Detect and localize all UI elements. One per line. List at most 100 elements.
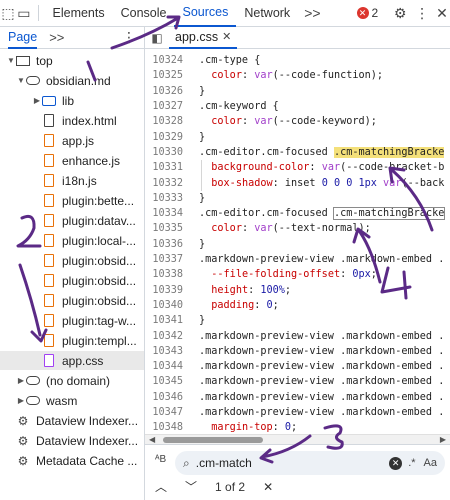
clear-search-icon[interactable]: ✕ [389, 456, 403, 470]
replace-toggle-icon[interactable]: ᴬB [155, 454, 166, 465]
tab-console[interactable]: Console [113, 0, 175, 27]
tab-network[interactable]: Network [236, 0, 298, 27]
code-token: padding [211, 299, 255, 311]
tree-item[interactable]: ⚙ Metadata Cache ... [0, 451, 144, 470]
tree-item[interactable]: ⚙ Dataview Indexer... [0, 411, 144, 430]
tree-item-label: plugin:bette... [62, 193, 135, 208]
line-number[interactable]: 10338 [145, 269, 193, 280]
tab-sources[interactable]: Sources [174, 0, 237, 27]
code-line: 10328 color: var (--code-keyword); [145, 114, 450, 129]
code-line: 10344 .markdown-preview-view .markdown-em… [145, 359, 450, 374]
tree-item[interactable]: plugin:templ... [0, 331, 144, 350]
tree-item-label: i18n.js [62, 173, 97, 188]
code-token: color [211, 116, 242, 128]
inspect-element-icon[interactable]: ⬚ [0, 0, 16, 27]
line-number[interactable]: 10326 [145, 86, 193, 97]
line-number[interactable]: 10333 [145, 193, 193, 204]
tree-item[interactable]: app.js [0, 131, 144, 150]
tree-item[interactable]: index.html [0, 111, 144, 130]
devtools-toolbar: ⬚ ▭ Elements Console Sources Network >> … [0, 0, 450, 27]
line-number[interactable]: 10334 [145, 208, 193, 219]
cloud-icon [26, 374, 40, 388]
line-number[interactable]: 10332 [145, 178, 193, 189]
tree-item[interactable]: ▼ obsidian.md [0, 71, 144, 90]
tree-item[interactable]: plugin:local-... [0, 231, 144, 250]
search-input[interactable] [195, 456, 376, 470]
close-tab-icon[interactable]: ✕ [222, 30, 231, 43]
line-number[interactable]: 10336 [145, 239, 193, 250]
line-number[interactable]: 10339 [145, 285, 193, 296]
search-match-current: .cm-matchingBracke [333, 146, 445, 158]
code-line: 10348 margin-top: 0; [145, 420, 450, 434]
code-line: 10342 .markdown-preview-view .markdown-em… [145, 328, 450, 343]
line-number[interactable]: 10341 [145, 315, 193, 326]
tree-item[interactable]: enhance.js [0, 151, 144, 170]
code-token: .markdown-preview-view .markdown-embed . [199, 345, 445, 357]
navigator-menu-icon[interactable]: ⋮ [122, 29, 136, 46]
settings-gear-icon[interactable]: ⚙ [392, 0, 408, 27]
scroll-left-icon[interactable]: ◀ [149, 435, 155, 444]
code-token: : [309, 162, 322, 174]
tree-item[interactable]: ▶ wasm [0, 391, 144, 410]
horizontal-scrollbar[interactable]: ◀ ▶ [145, 434, 450, 444]
tree-item[interactable]: app.css [0, 351, 144, 370]
line-number[interactable]: 10342 [145, 331, 193, 342]
tab-elements[interactable]: Elements [45, 0, 113, 27]
close-search-icon[interactable]: ✕ [263, 480, 273, 494]
tree-item[interactable]: plugin:bette... [0, 191, 144, 210]
error-count-badge[interactable]: ✕ 2 [356, 6, 379, 20]
line-number[interactable]: 10348 [145, 422, 193, 433]
tree-item[interactable]: i18n.js [0, 171, 144, 190]
previous-match-icon[interactable]: ︿ [155, 478, 167, 495]
line-number[interactable]: 10345 [145, 376, 193, 387]
device-toolbar-icon[interactable]: ▭ [16, 0, 32, 27]
tree-item[interactable]: plugin:obsid... [0, 251, 144, 270]
line-number[interactable]: 10340 [145, 300, 193, 311]
line-number[interactable]: 10337 [145, 254, 193, 265]
close-devtools-icon[interactable]: ✕ [434, 0, 450, 27]
line-number[interactable]: 10347 [145, 407, 193, 418]
next-match-icon[interactable]: ﹀ [185, 478, 197, 495]
line-number[interactable]: 10344 [145, 361, 193, 372]
expanded-arrow-icon[interactable]: ▼ [16, 76, 26, 85]
tree-item[interactable]: ▶ lib [0, 91, 144, 110]
collapsed-arrow-icon[interactable]: ▶ [16, 396, 26, 405]
match-case-toggle[interactable]: Aa [424, 457, 437, 469]
frame-icon [16, 54, 30, 68]
line-number[interactable]: 10329 [145, 132, 193, 143]
tree-item[interactable]: ▶ (no domain) [0, 371, 144, 390]
regex-toggle[interactable]: .* [408, 457, 415, 469]
tree-item[interactable]: plugin:obsid... [0, 291, 144, 310]
tree-item[interactable]: plugin:datav... [0, 211, 144, 230]
scrollbar-thumb[interactable] [163, 437, 263, 443]
line-number[interactable]: 10335 [145, 223, 193, 234]
scroll-right-icon[interactable]: ▶ [440, 435, 446, 444]
tree-item[interactable]: ▼ top [0, 51, 144, 70]
code-editor[interactable]: 10324 .cm-type {10325 color: var (--code-f… [145, 49, 450, 434]
tree-item[interactable]: ⚙ Dataview Indexer... [0, 431, 144, 450]
tree-item[interactable]: plugin:tag-w... [0, 311, 144, 330]
more-options-icon[interactable]: ⋮ [414, 0, 430, 27]
expanded-arrow-icon[interactable]: ▼ [6, 56, 16, 65]
line-number[interactable]: 10331 [145, 162, 193, 173]
line-number[interactable]: 10328 [145, 116, 193, 127]
navigator-more-tabs[interactable]: >> [49, 30, 64, 45]
line-number[interactable]: 10343 [145, 346, 193, 357]
more-tabs-button[interactable]: >> [298, 5, 326, 21]
code-token: color [211, 70, 242, 82]
line-number[interactable]: 10346 [145, 392, 193, 403]
collapsed-arrow-icon[interactable]: ▶ [32, 96, 42, 105]
tab-page[interactable]: Page [8, 27, 38, 49]
error-count: 2 [371, 6, 379, 20]
line-number[interactable]: 10325 [145, 70, 193, 81]
editor-tab-app-css[interactable]: app.css ✕ [169, 27, 238, 49]
cloud-icon [26, 74, 40, 88]
line-number[interactable]: 10327 [145, 101, 193, 112]
toggle-sidebar-icon[interactable]: ◧ [145, 31, 169, 45]
line-number[interactable]: 10324 [145, 55, 193, 66]
collapsed-arrow-icon[interactable]: ▶ [16, 376, 26, 385]
tree-item[interactable]: plugin:obsid... [0, 271, 144, 290]
code-token: .markdown-preview-view .markdown-embed . [199, 330, 445, 342]
line-number[interactable]: 10330 [145, 147, 193, 158]
